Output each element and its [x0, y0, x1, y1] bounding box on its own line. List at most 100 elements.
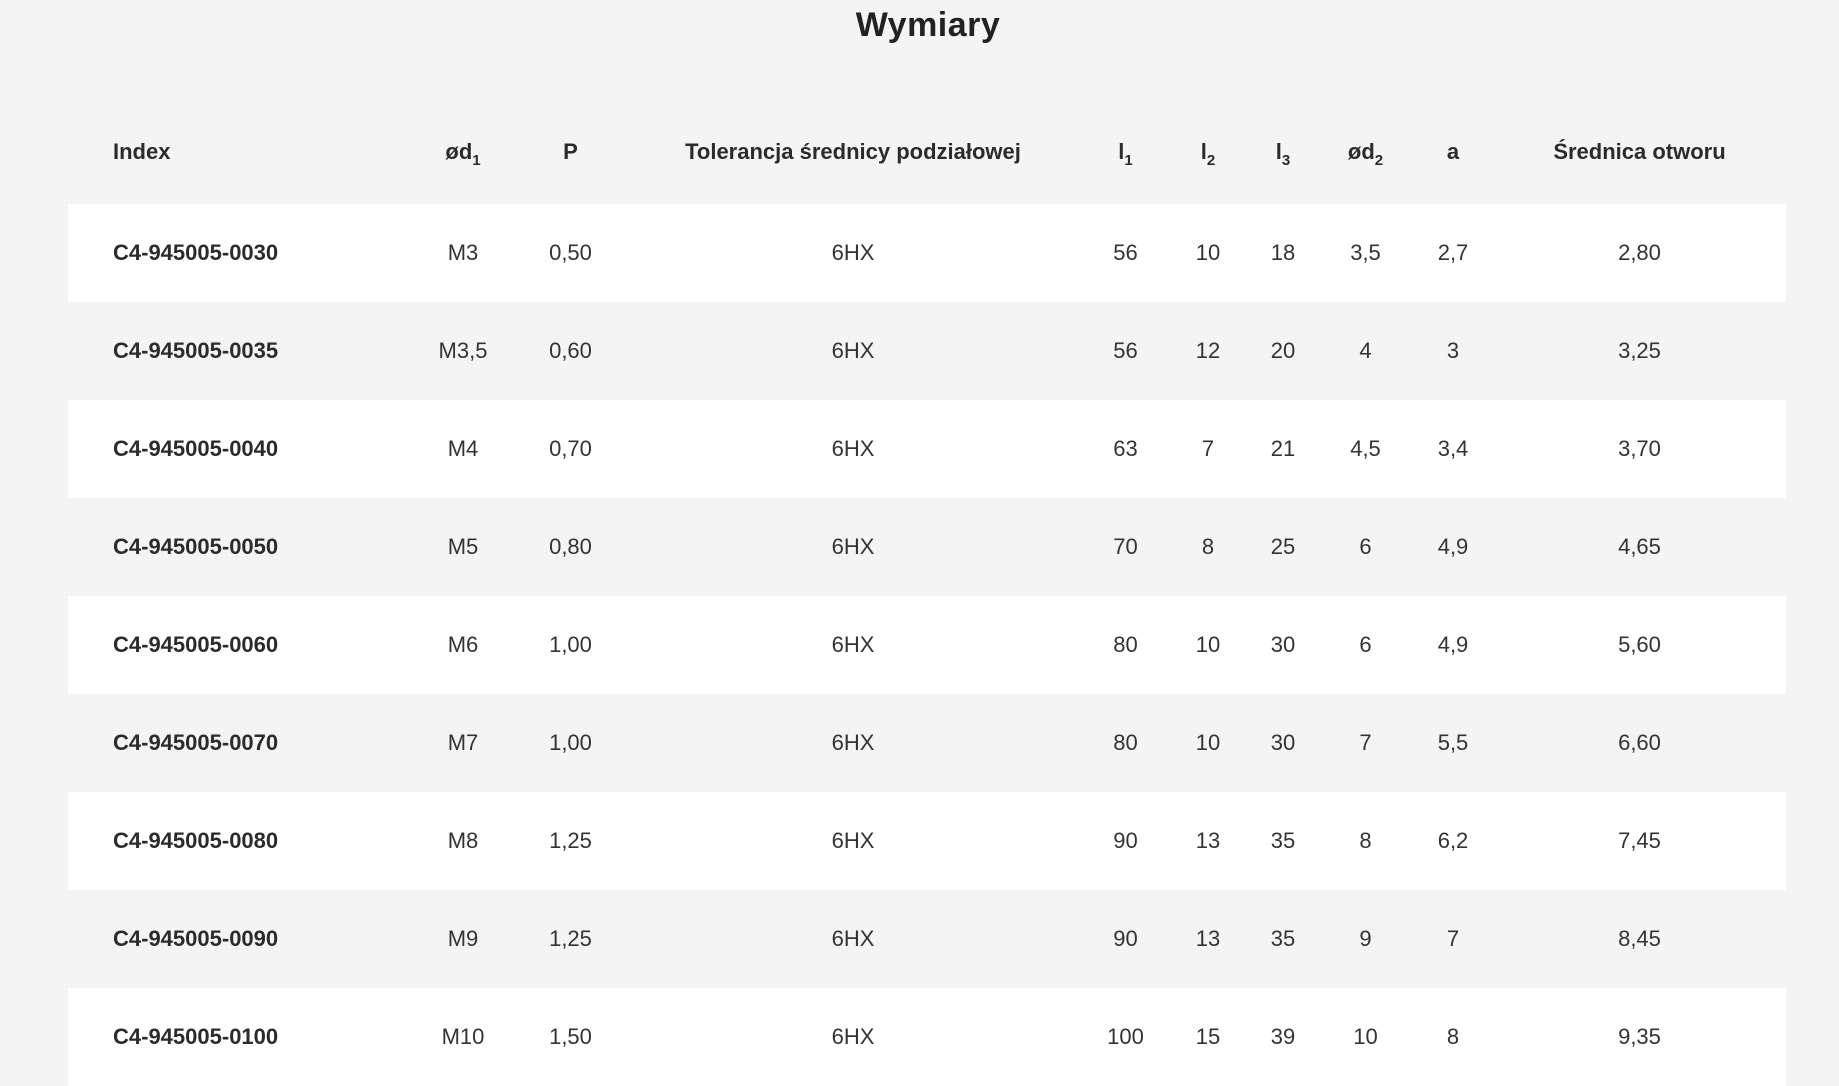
cell-tolerance: 6HX [623, 988, 1083, 1086]
cell-tolerance: 6HX [623, 596, 1083, 694]
header-l1: l1 [1083, 100, 1168, 204]
cell-index: C4-945005-0030 [68, 204, 408, 302]
cell-a: 6,2 [1413, 792, 1493, 890]
cell-d2: 6 [1318, 596, 1413, 694]
cell-l2: 12 [1168, 302, 1248, 400]
cell-p: 1,50 [518, 988, 623, 1086]
cell-tolerance: 6HX [623, 694, 1083, 792]
header-l3-sub: 3 [1281, 152, 1291, 169]
cell-l1: 90 [1083, 890, 1168, 988]
cell-d1: M3,5 [408, 302, 518, 400]
cell-d2: 4,5 [1318, 400, 1413, 498]
header-d1-base: ød [445, 139, 473, 164]
table-row: C4-945005-0090 M9 1,25 6HX 90 13 35 9 7 … [68, 890, 1786, 988]
dimensions-table: Index ød1 P Tolerancja średnicy podziało… [68, 100, 1786, 1086]
cell-d2: 9 [1318, 890, 1413, 988]
header-d2: ød2 [1318, 100, 1413, 204]
cell-hole-diameter: 2,80 [1493, 204, 1786, 302]
cell-p: 0,80 [518, 498, 623, 596]
cell-l3: 30 [1248, 694, 1318, 792]
cell-index: C4-945005-0040 [68, 400, 408, 498]
cell-d1: M7 [408, 694, 518, 792]
cell-l3: 18 [1248, 204, 1318, 302]
cell-hole-diameter: 8,45 [1493, 890, 1786, 988]
cell-tolerance: 6HX [623, 890, 1083, 988]
header-hole-diameter: Średnica otworu [1553, 139, 1726, 164]
cell-l3: 39 [1248, 988, 1318, 1086]
cell-p: 0,70 [518, 400, 623, 498]
cell-a: 4,9 [1413, 498, 1493, 596]
cell-hole-diameter: 3,70 [1493, 400, 1786, 498]
table-row: C4-945005-0070 M7 1,00 6HX 80 10 30 7 5,… [68, 694, 1786, 792]
table-row: C4-945005-0040 M4 0,70 6HX 63 7 21 4,5 3… [68, 400, 1786, 498]
cell-a: 3 [1413, 302, 1493, 400]
cell-l1: 56 [1083, 204, 1168, 302]
cell-index: C4-945005-0035 [68, 302, 408, 400]
cell-d2: 4 [1318, 302, 1413, 400]
header-d2-sub: 2 [1374, 152, 1384, 169]
page-title: Wymiary [855, 6, 1001, 44]
cell-a: 5,5 [1413, 694, 1493, 792]
table-row: C4-945005-0030 M3 0,50 6HX 56 10 18 3,5 … [68, 204, 1786, 302]
header-a: a [1446, 139, 1460, 164]
cell-l1: 100 [1083, 988, 1168, 1086]
table-header-row: Index ød1 P Tolerancja średnicy podziało… [68, 100, 1786, 204]
table-row: C4-945005-0080 M8 1,25 6HX 90 13 35 8 6,… [68, 792, 1786, 890]
cell-d2: 3,5 [1318, 204, 1413, 302]
cell-p: 1,25 [518, 890, 623, 988]
cell-d2: 7 [1318, 694, 1413, 792]
cell-hole-diameter: 4,65 [1493, 498, 1786, 596]
table-row: C4-945005-0060 M6 1,00 6HX 80 10 30 6 4,… [68, 596, 1786, 694]
cell-l2: 8 [1168, 498, 1248, 596]
header-l3: l3 [1248, 100, 1318, 204]
cell-l1: 63 [1083, 400, 1168, 498]
header-d1-sub: 1 [472, 152, 481, 169]
cell-d2: 10 [1318, 988, 1413, 1086]
cell-l1: 70 [1083, 498, 1168, 596]
cell-p: 0,60 [518, 302, 623, 400]
cell-p: 0,50 [518, 204, 623, 302]
cell-d1: M9 [408, 890, 518, 988]
cell-p: 1,00 [518, 694, 623, 792]
cell-hole-diameter: 9,35 [1493, 988, 1786, 1086]
cell-index: C4-945005-0070 [68, 694, 408, 792]
cell-p: 1,25 [518, 792, 623, 890]
cell-l1: 80 [1083, 596, 1168, 694]
cell-l3: 35 [1248, 792, 1318, 890]
cell-l3: 35 [1248, 890, 1318, 988]
header-p: P [563, 139, 578, 164]
cell-d1: M3 [408, 204, 518, 302]
cell-l2: 15 [1168, 988, 1248, 1086]
cell-index: C4-945005-0090 [68, 890, 408, 988]
table-row: C4-945005-0035 M3,5 0,60 6HX 56 12 20 4 … [68, 302, 1786, 400]
header-l2-sub: 2 [1206, 152, 1216, 169]
cell-tolerance: 6HX [623, 498, 1083, 596]
cell-index: C4-945005-0060 [68, 596, 408, 694]
cell-l2: 10 [1168, 694, 1248, 792]
cell-tolerance: 6HX [623, 302, 1083, 400]
table-row: C4-945005-0100 M10 1,50 6HX 100 15 39 10… [68, 988, 1786, 1086]
cell-d1: M10 [408, 988, 518, 1086]
cell-l2: 13 [1168, 792, 1248, 890]
cell-hole-diameter: 3,25 [1493, 302, 1786, 400]
cell-index: C4-945005-0050 [68, 498, 408, 596]
cell-d2: 6 [1318, 498, 1413, 596]
cell-d1: M4 [408, 400, 518, 498]
cell-l3: 21 [1248, 400, 1318, 498]
cell-tolerance: 6HX [623, 400, 1083, 498]
cell-a: 7 [1413, 890, 1493, 988]
header-index: Index [113, 139, 171, 164]
cell-index: C4-945005-0100 [68, 988, 408, 1086]
cell-l3: 30 [1248, 596, 1318, 694]
header-d2-base: ød [1347, 139, 1375, 164]
cell-tolerance: 6HX [623, 204, 1083, 302]
header-tolerance: Tolerancja średnicy podziałowej [685, 139, 1021, 164]
cell-l3: 20 [1248, 302, 1318, 400]
cell-hole-diameter: 7,45 [1493, 792, 1786, 890]
cell-a: 2,7 [1413, 204, 1493, 302]
header-l2: l2 [1168, 100, 1248, 204]
cell-p: 1,00 [518, 596, 623, 694]
cell-d1: M8 [408, 792, 518, 890]
cell-l1: 80 [1083, 694, 1168, 792]
cell-a: 3,4 [1413, 400, 1493, 498]
